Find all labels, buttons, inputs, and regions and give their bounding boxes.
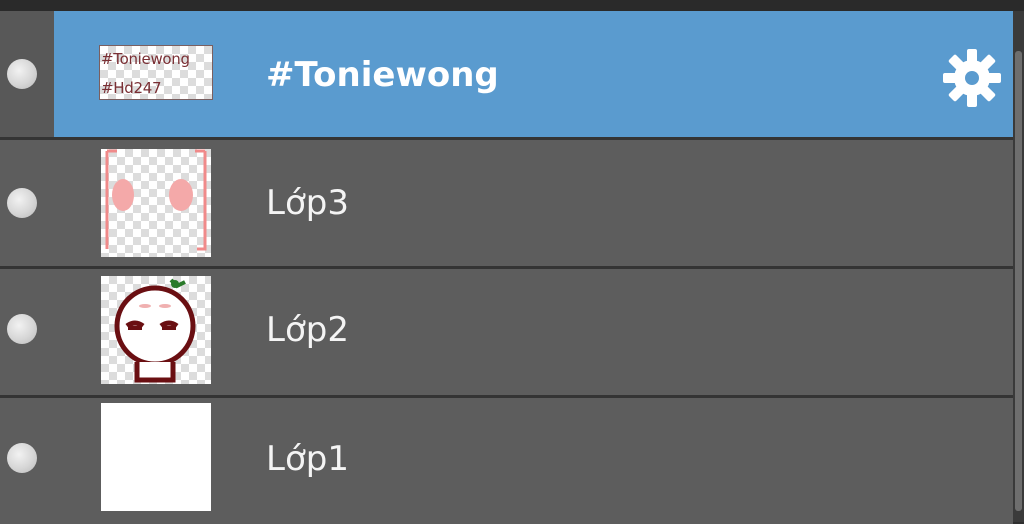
layer-name: #Toniewong [266,55,499,95]
scrollbar-thumb[interactable] [1015,51,1022,511]
visibility-toggle-icon[interactable] [7,59,37,89]
layer-name: Lớp2 [266,310,349,350]
layer-name: Lớp1 [266,439,349,479]
visibility-toggle-icon[interactable] [7,314,37,344]
layer-name: Lớp3 [266,183,349,223]
layer-thumbnail[interactable] [101,276,211,384]
layer-thumbnail[interactable] [101,149,211,257]
layer-thumbnail[interactable] [101,403,211,511]
thumbnail-text-line-1: #Toniewong [101,50,190,68]
panel-top-edge [0,0,1024,11]
layer-list: #Toniewong #Hd247 #Toniewong Lớp3 Lớp2 L… [0,11,1013,524]
layer-row-toniewong[interactable]: #Toniewong #Hd247 #Toniewong [0,11,1013,137]
visibility-toggle-icon[interactable] [7,443,37,473]
layer-row-lop3[interactable]: Lớp3 [0,140,1013,266]
layer-row-lop1[interactable]: Lớp1 [0,398,1013,524]
character-sketch-thumbnail [114,278,196,383]
scrollbar[interactable] [1013,11,1024,522]
gear-icon[interactable] [941,47,1003,109]
thumbnail-text-line-2: #Hd247 [101,79,162,97]
visibility-toggle-icon[interactable] [7,188,37,218]
layers-panel: #Toniewong #Hd247 #Toniewong Lớp3 Lớp2 L… [0,0,1024,524]
layer-thumbnail[interactable]: #Toniewong #Hd247 [99,45,213,100]
blush-marks-thumbnail [105,149,207,251]
layer-row-lop2[interactable]: Lớp2 [0,269,1013,395]
